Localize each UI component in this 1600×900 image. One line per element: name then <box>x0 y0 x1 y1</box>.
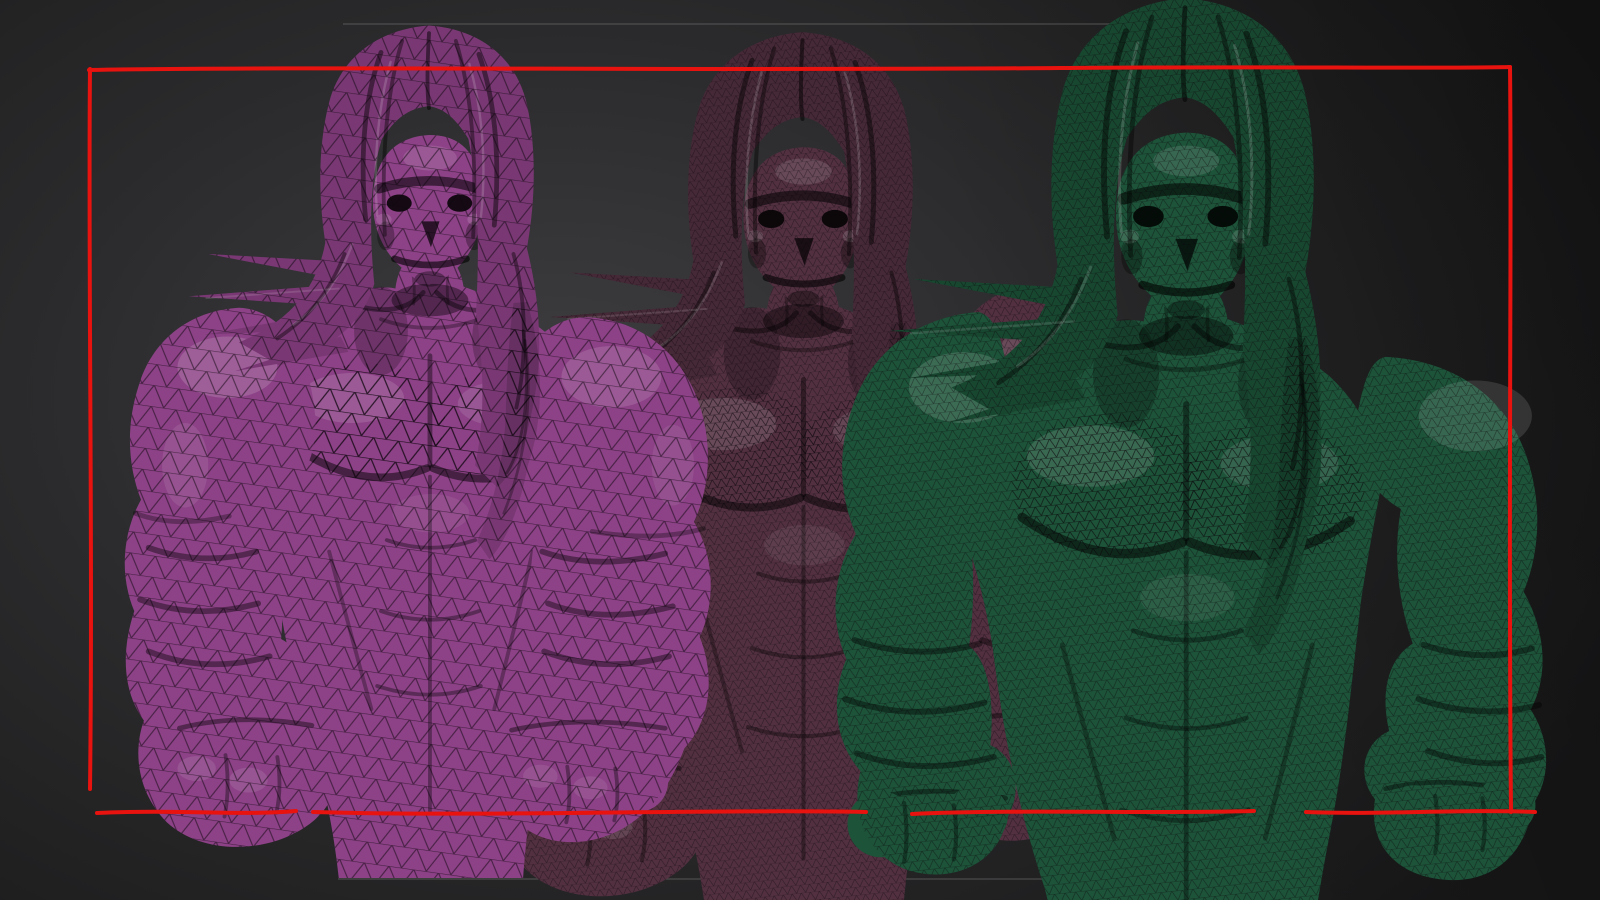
annotation-edge-bottom-seg3 <box>910 809 1256 816</box>
demon-figure-left-magenta-p-head <box>373 135 483 287</box>
demon-figure-right-green <box>836 0 1547 900</box>
annotation-edge-left <box>87 67 93 791</box>
viewport-background <box>0 0 1600 900</box>
demon-figure-left-magenta <box>125 26 711 878</box>
demon-figure-right-green-p-head <box>1116 133 1251 319</box>
annotation-edge-right <box>1507 65 1513 814</box>
annotation-edge-bottom-seg1 <box>95 809 298 815</box>
demon-figure-right-green-p-arm-r2 <box>1355 357 1546 880</box>
annotation-edge-bottom-seg2 <box>311 809 868 816</box>
sculpt-render <box>87 0 1600 900</box>
annotation-edge-bottom-seg4 <box>1304 809 1537 815</box>
figures-layer <box>125 0 1546 900</box>
demon-figure-center-maroon-p-head <box>743 147 859 307</box>
